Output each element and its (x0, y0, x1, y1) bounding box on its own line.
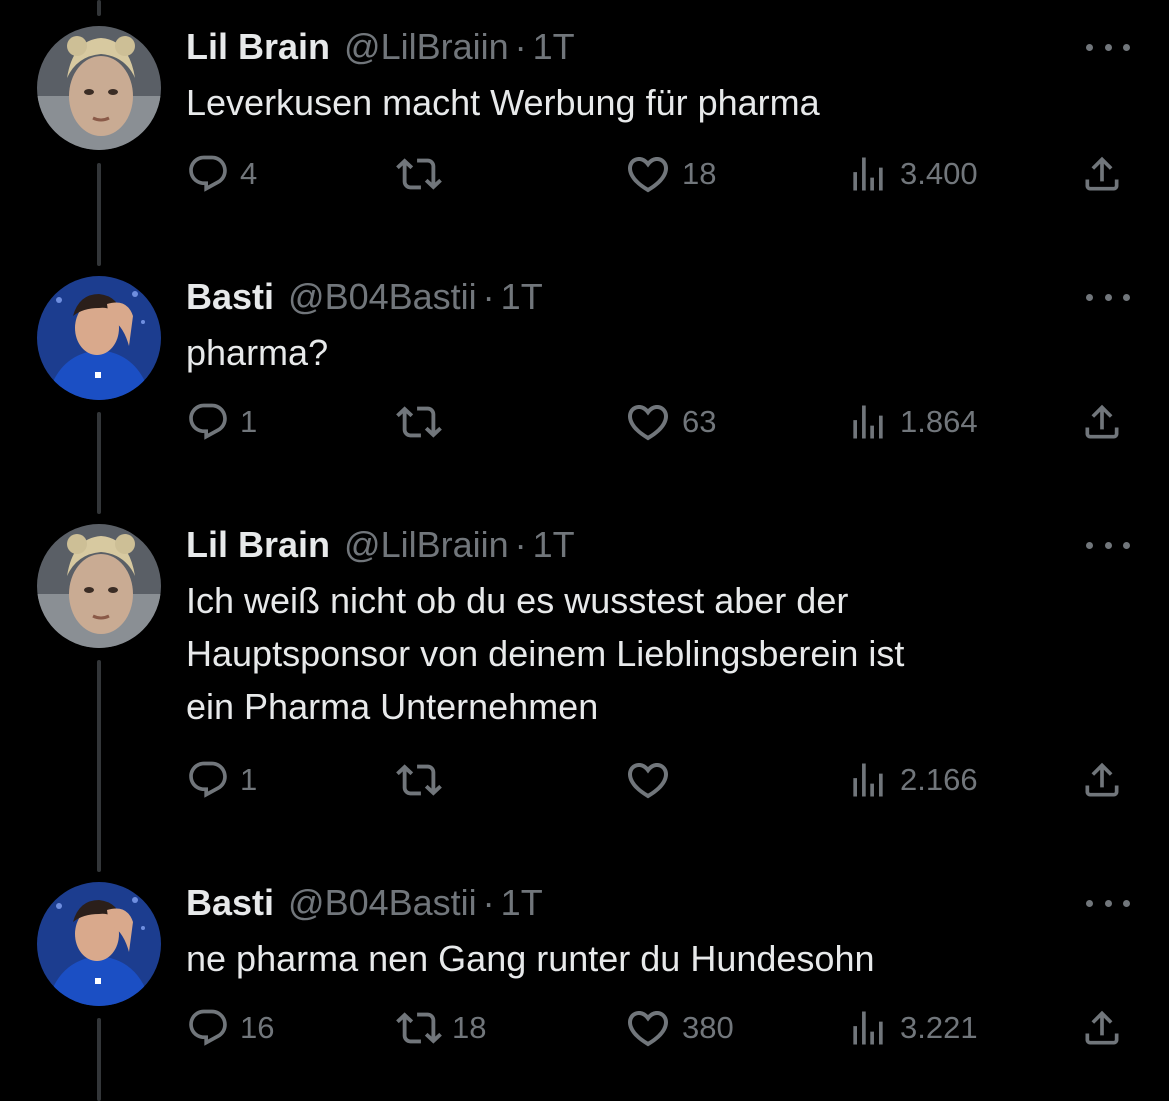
tweet[interactable]: Lil Brain @LilBraiin · 1T Leverkusen mac… (0, 26, 1169, 216)
like-button[interactable]: 380 (624, 1008, 734, 1048)
separator: · (514, 524, 527, 565)
views-icon (846, 400, 890, 444)
timestamp[interactable]: 1T (533, 26, 575, 68)
lil-brain-avatar[interactable] (37, 26, 161, 150)
reply-button[interactable]: 1 (186, 402, 257, 442)
views-icon (846, 152, 890, 196)
like-button[interactable]: 18 (624, 154, 716, 194)
author-handle[interactable]: @B04Bastii (288, 276, 477, 318)
tweet-text: pharma? (186, 332, 329, 373)
tweet[interactable]: Lil Brain @LilBraiin · 1T Ich weiß nicht… (0, 524, 1169, 824)
views-button[interactable]: 3.221 (846, 1008, 978, 1048)
timestamp[interactable]: 1T (501, 882, 543, 924)
views-icon (846, 1006, 890, 1050)
more-icon[interactable] (1086, 290, 1130, 304)
basti-avatar[interactable] (37, 276, 161, 400)
retweet-icon (396, 1005, 442, 1051)
retweet-button[interactable] (396, 402, 452, 442)
views-count: 3.400 (900, 156, 978, 191)
tweet-header: Lil Brain @LilBraiin · 1T (186, 26, 575, 70)
tweet-header: Lil Brain @LilBraiin · 1T (186, 524, 575, 568)
reply-count: 1 (240, 404, 258, 439)
separator: · (514, 26, 527, 67)
views-count: 3.221 (900, 1010, 978, 1045)
views-icon (846, 758, 890, 802)
author-name[interactable]: Lil Brain (186, 524, 330, 566)
tweet-header: Basti @B04Bastii · 1T (186, 882, 543, 926)
reply-button[interactable]: 16 (186, 1008, 274, 1048)
share-icon (1080, 152, 1124, 196)
action-bar: 1 2.166 (186, 760, 1136, 800)
author-handle[interactable]: @LilBraiin (344, 524, 509, 566)
share-button[interactable] (1080, 1008, 1124, 1048)
author-handle[interactable]: @B04Bastii (288, 882, 477, 924)
author-name[interactable]: Lil Brain (186, 26, 330, 68)
author-name[interactable]: Basti (186, 276, 274, 318)
views-button[interactable]: 1.864 (846, 402, 978, 442)
share-button[interactable] (1080, 402, 1124, 442)
more-icon[interactable] (1086, 538, 1130, 552)
like-button[interactable]: 63 (624, 402, 716, 442)
share-icon (1080, 758, 1124, 802)
reply-icon (186, 400, 230, 444)
reply-button[interactable]: 4 (186, 154, 257, 194)
like-count: 63 (682, 404, 717, 439)
lil-brain-avatar[interactable] (37, 524, 161, 648)
tweet-header: Basti @B04Bastii · 1T (186, 276, 543, 320)
heart-icon (624, 398, 672, 446)
more-icon[interactable] (1086, 40, 1130, 54)
views-count: 2.166 (900, 762, 978, 797)
action-bar: 4 18 3.400 (186, 154, 1136, 194)
timestamp[interactable]: 1T (533, 524, 575, 566)
retweet-button[interactable] (396, 760, 452, 800)
timestamp[interactable]: 1T (501, 276, 543, 318)
separator: · (482, 882, 495, 923)
views-count: 1.864 (900, 404, 978, 439)
reply-count: 16 (240, 1010, 275, 1045)
basti-avatar[interactable] (37, 882, 161, 1006)
heart-icon (624, 756, 672, 804)
views-button[interactable]: 3.400 (846, 154, 978, 194)
tweet-text: Ich weiß nicht ob du es wusstest aber de… (186, 580, 905, 727)
reply-count: 1 (240, 762, 258, 797)
reply-count: 4 (240, 156, 258, 191)
like-count: 380 (682, 1010, 734, 1045)
heart-icon (624, 1004, 672, 1052)
heart-icon (624, 150, 672, 198)
tweet[interactable]: Basti @B04Bastii · 1T ne pharma nen Gang… (0, 882, 1169, 1072)
share-icon (1080, 400, 1124, 444)
share-button[interactable] (1080, 760, 1124, 800)
retweet-button[interactable] (396, 154, 452, 194)
like-button[interactable] (624, 760, 682, 800)
thread-line (97, 0, 101, 16)
action-bar: 1 63 1.864 (186, 402, 1136, 442)
share-icon (1080, 1006, 1124, 1050)
retweet-button[interactable]: 18 (396, 1008, 486, 1048)
more-icon[interactable] (1086, 896, 1130, 910)
author-name[interactable]: Basti (186, 882, 274, 924)
reply-button[interactable]: 1 (186, 760, 257, 800)
views-button[interactable]: 2.166 (846, 760, 978, 800)
retweet-count: 18 (452, 1010, 487, 1045)
like-count: 18 (682, 156, 717, 191)
reply-icon (186, 1006, 230, 1050)
retweet-icon (396, 757, 442, 803)
retweet-icon (396, 399, 442, 445)
separator: · (482, 276, 495, 317)
tweet[interactable]: Basti @B04Bastii · 1T pharma? 1 63 1.864 (0, 276, 1169, 466)
share-button[interactable] (1080, 154, 1124, 194)
tweet-text: Leverkusen macht Werbung für pharma (186, 82, 820, 123)
tweet-text: ne pharma nen Gang runter du Hundesohn (186, 938, 875, 979)
action-bar: 16 18 380 3.221 (186, 1008, 1136, 1048)
reply-icon (186, 758, 230, 802)
retweet-icon (396, 151, 442, 197)
author-handle[interactable]: @LilBraiin (344, 26, 509, 68)
reply-icon (186, 152, 230, 196)
